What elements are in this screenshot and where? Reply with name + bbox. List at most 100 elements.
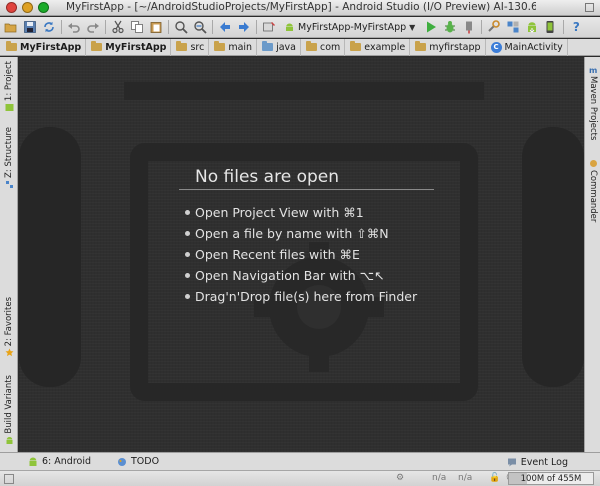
project-icon — [5, 104, 13, 112]
breadcrumb-module[interactable]: MyFirstApp — [89, 38, 172, 56]
folder-icon — [176, 41, 188, 51]
breadcrumb-example[interactable]: example — [348, 38, 411, 56]
module-folder-icon — [91, 41, 103, 51]
bullet-icon — [185, 252, 190, 257]
toolbar-separator — [105, 20, 106, 34]
tool-tab-label: Z: Structure — [4, 127, 14, 178]
source-folder-icon — [262, 41, 274, 51]
replace-icon[interactable] — [192, 19, 208, 35]
back-icon[interactable] — [217, 19, 233, 35]
tool-tab-label: 2: Favorites — [4, 297, 14, 347]
tool-tab-event-log[interactable]: Event Log — [501, 453, 574, 471]
tool-tab-label: 1: Project — [4, 61, 14, 102]
tool-tab-structure[interactable]: Z: Structure — [0, 127, 18, 191]
package-icon — [306, 41, 317, 51]
bullet-icon — [185, 294, 190, 299]
breadcrumb-com[interactable]: com — [304, 38, 346, 56]
breadcrumb-myfirstapp[interactable]: myfirstapp — [413, 38, 486, 56]
copy-icon[interactable] — [129, 19, 145, 35]
chevron-down-icon: ▼ — [409, 22, 416, 32]
hint-text: Open Project View with ⌘1 — [195, 205, 364, 220]
bullet-icon — [185, 273, 190, 278]
right-tool-strip: m Maven Projects Commander — [584, 57, 600, 452]
commander-icon — [589, 160, 597, 167]
lock-icon[interactable]: 🔓 — [489, 473, 500, 483]
tool-tab-favorites[interactable]: 2: Favorites — [0, 297, 18, 359]
tool-tab-commander[interactable]: Commander — [585, 157, 600, 222]
breadcrumb-main[interactable]: main — [212, 38, 258, 56]
minimize-window-button[interactable] — [22, 2, 33, 13]
tool-tab-todo[interactable]: TODO — [111, 453, 165, 471]
zoom-window-button[interactable] — [38, 2, 49, 13]
class-icon: C — [490, 41, 502, 53]
open-icon[interactable] — [3, 19, 19, 35]
toolbar-separator — [481, 20, 483, 34]
hint-item: Open a file by name with ⇧⌘N — [185, 223, 417, 244]
android-icon — [29, 457, 37, 466]
avd-manager-icon[interactable] — [543, 19, 559, 35]
breadcrumb-java[interactable]: java — [260, 38, 301, 56]
sdk-manager-icon[interactable] — [524, 19, 540, 35]
undo-icon[interactable] — [66, 19, 82, 35]
forward-icon[interactable] — [236, 19, 252, 35]
toolbar-separator — [563, 20, 565, 34]
toolbar-separator — [256, 20, 257, 34]
memory-text: 100M of 455M — [520, 473, 582, 484]
build-icon[interactable] — [261, 19, 277, 35]
caret-position: n/a — [432, 473, 447, 483]
window-title: MyFirstApp - [~/AndroidStudioProjects/My… — [66, 1, 536, 13]
breadcrumb-src[interactable]: src — [174, 38, 210, 56]
debug-icon[interactable] — [442, 19, 458, 35]
breadcrumb-label: myfirstapp — [429, 41, 481, 53]
structure-icon — [5, 180, 13, 188]
redo-icon[interactable] — [85, 19, 101, 35]
tool-tab-label: Maven Projects — [588, 76, 598, 141]
left-tool-strip: 1: Project Z: Structure 2: Favorites Bui… — [0, 57, 18, 452]
tool-tab-android[interactable]: 6: Android — [22, 453, 97, 471]
help-icon[interactable]: ? — [568, 19, 584, 35]
package-icon — [415, 41, 427, 51]
breadcrumb-project[interactable]: MyFirstApp — [4, 38, 87, 56]
settings-icon[interactable] — [486, 19, 502, 35]
bullet-icon — [185, 210, 190, 215]
editor-area[interactable]: No files are open Open Project View with… — [19, 57, 584, 452]
tool-tab-label: 6: Android — [42, 456, 91, 467]
empty-editor-title: No files are open — [195, 167, 339, 187]
breadcrumb-label: MyFirstApp — [105, 41, 167, 53]
tool-tab-maven-projects[interactable]: m Maven Projects — [585, 63, 600, 140]
find-icon[interactable] — [173, 19, 189, 35]
hint-text: Open a file by name with ⇧⌘N — [195, 226, 389, 241]
fullscreen-icon[interactable] — [585, 3, 594, 12]
toolbar-separator — [168, 20, 169, 34]
hint-item: Open Navigation Bar with ⌥↖ — [185, 265, 417, 286]
cut-icon[interactable] — [110, 19, 126, 35]
folder-icon — [214, 41, 226, 51]
paste-icon[interactable] — [148, 19, 164, 35]
breadcrumb-label: com — [320, 41, 341, 53]
event-log-icon — [507, 458, 516, 467]
tool-tab-project[interactable]: 1: Project — [0, 61, 18, 114]
svg-text:m: m — [589, 66, 597, 74]
run-icon[interactable] — [423, 19, 439, 35]
sync-icon[interactable] — [41, 19, 57, 35]
package-icon — [350, 41, 362, 51]
project-structure-icon[interactable] — [505, 19, 521, 35]
hint-text: Open Recent files with ⌘E — [195, 247, 360, 262]
breadcrumb-label: example — [364, 41, 406, 53]
encoding-indicator: n/a — [458, 473, 473, 483]
todo-icon — [118, 457, 126, 466]
title-divider — [179, 189, 434, 190]
breadcrumb-mainactivity[interactable]: C MainActivity — [489, 38, 568, 56]
project-folder-icon — [6, 41, 17, 51]
close-window-button[interactable] — [6, 2, 17, 13]
tool-windows-toggle-icon[interactable] — [4, 474, 14, 484]
bullet-icon — [185, 231, 190, 236]
tool-tab-build-variants[interactable]: Build Variants — [0, 375, 18, 447]
status-bar: ⚙ n/a n/a 🔓 ☺ 100M of 455M — [0, 470, 600, 486]
save-icon[interactable] — [22, 19, 38, 35]
attach-icon[interactable] — [461, 19, 477, 35]
run-configuration-selector[interactable]: MyFirstApp-MyFirstApp ▼ — [280, 19, 419, 35]
memory-indicator[interactable]: 100M of 455M — [508, 472, 594, 485]
star-icon — [5, 348, 13, 357]
breadcrumb-label: java — [276, 41, 296, 53]
